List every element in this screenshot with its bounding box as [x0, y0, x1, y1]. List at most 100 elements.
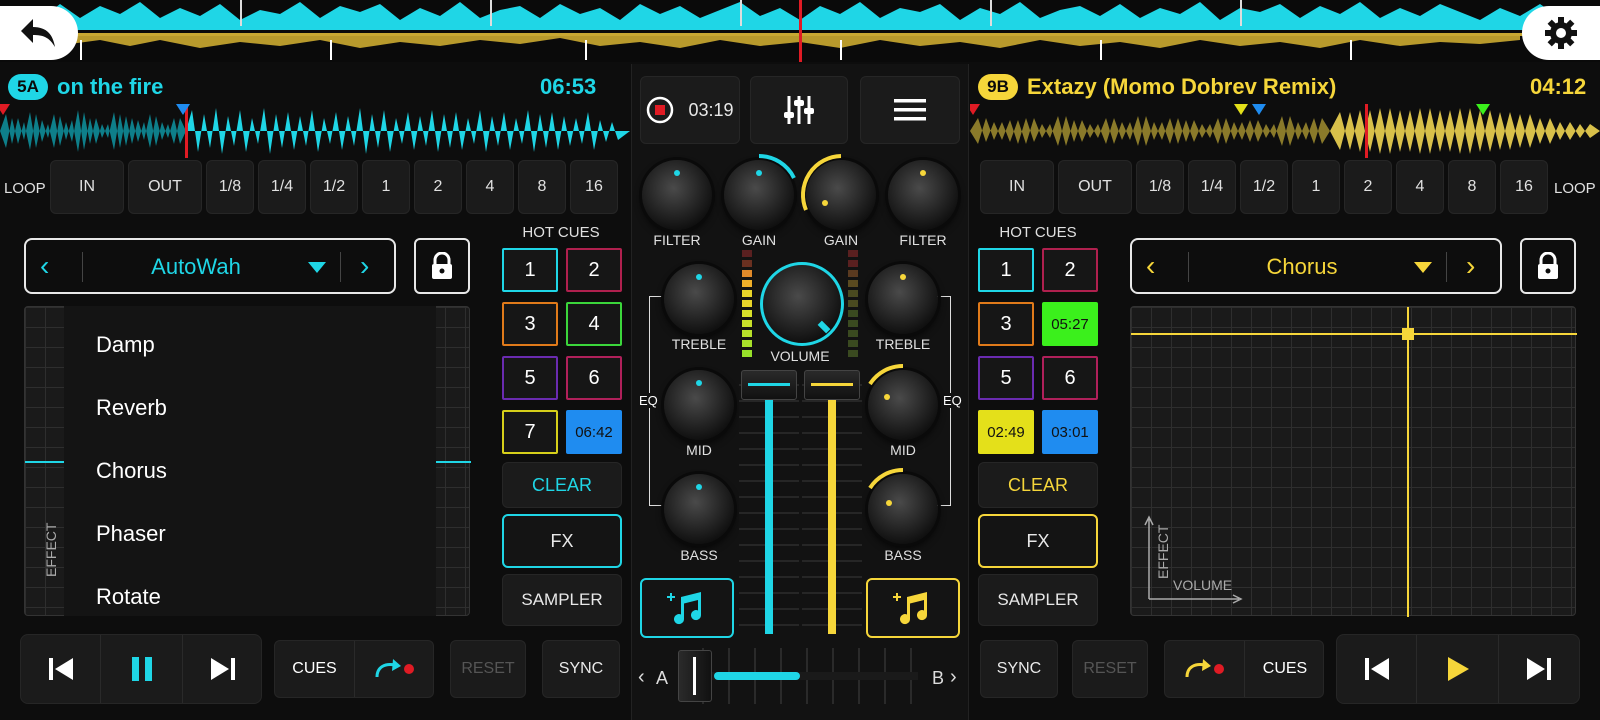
deck-b-loop-1-8-button[interactable]: 1/8: [1136, 160, 1184, 214]
deck-b-clear-button[interactable]: CLEAR: [978, 462, 1098, 508]
deck-a-fx-button[interactable]: FX: [502, 514, 622, 568]
deck-a-reset-button[interactable]: RESET: [450, 640, 526, 698]
deck-a-sync-button[interactable]: SYNC: [542, 640, 620, 698]
record-icon: [647, 96, 674, 124]
deck-a-fx-dropdown-icon[interactable]: [308, 262, 326, 273]
deck-b-loop-8-button[interactable]: 8: [1448, 160, 1496, 214]
deck-b-sync-button[interactable]: SYNC: [980, 640, 1058, 698]
deck-a-fx-list[interactable]: Damp Reverb Chorus Phaser Rotate: [64, 306, 436, 616]
master-volume-knob[interactable]: [760, 262, 844, 346]
deck-a-hot-cue-5[interactable]: 5: [502, 356, 558, 400]
deck-a-loop-1-button[interactable]: 1: [362, 160, 410, 214]
deck-a-hot-cue-7[interactable]: 7: [502, 410, 558, 454]
deck-a-load-track-button[interactable]: [640, 578, 734, 638]
deck-a-channel-fader-track[interactable]: [739, 370, 799, 634]
fx-list-item-rotate[interactable]: Rotate: [96, 584, 161, 610]
deck-b-load-track-button[interactable]: [866, 578, 960, 638]
deck-a-fx-prev-icon[interactable]: ‹: [40, 250, 49, 282]
deck-a-cues-button[interactable]: CUES: [275, 641, 355, 697]
deck-b-loop-4-button[interactable]: 4: [1396, 160, 1444, 214]
deck-b-next-button[interactable]: [1499, 635, 1579, 703]
deck-a-fx-selector[interactable]: ‹ AutoWah ›: [24, 238, 396, 294]
deck-a-filter-knob[interactable]: [642, 160, 712, 230]
deck-a-fx-selected[interactable]: AutoWah: [86, 254, 306, 280]
deck-a-loop-2-button[interactable]: 2: [414, 160, 462, 214]
deck-b-play-button[interactable]: [1417, 635, 1499, 703]
deck-a-bass-knob[interactable]: [664, 474, 734, 544]
deck-b-loop-rec-button[interactable]: [1165, 641, 1245, 697]
deck-a-treble-knob[interactable]: [664, 264, 734, 334]
deck-b-waveform[interactable]: [970, 104, 1600, 158]
deck-b-loop-1-button[interactable]: 1: [1292, 160, 1340, 214]
deck-a-hot-cue-4[interactable]: 4: [566, 302, 622, 346]
menu-button[interactable]: [860, 76, 960, 144]
crossfader-track[interactable]: [678, 648, 918, 704]
fx-list-item-phaser[interactable]: Phaser: [96, 521, 166, 547]
deck-b-fx-dropdown-icon[interactable]: [1414, 262, 1432, 273]
deck-b-fx-selector[interactable]: ‹ Chorus ›: [1130, 238, 1502, 294]
deck-b-loop-1-2-button[interactable]: 1/2: [1240, 160, 1288, 214]
deck-b-hot-cue-7[interactable]: 02:49: [978, 410, 1034, 454]
deck-b-fx-pad-handle[interactable]: [1402, 328, 1414, 340]
deck-b-hot-cue-1[interactable]: 1: [978, 248, 1034, 292]
deck-b-loop-in-button[interactable]: IN: [980, 160, 1054, 214]
deck-a-fx-next-icon[interactable]: ›: [360, 250, 369, 282]
deck-a-hot-cue-2[interactable]: 2: [566, 248, 622, 292]
deck-a-loop-1-2-button[interactable]: 1/2: [310, 160, 358, 214]
deck-a-hot-cue-1[interactable]: 1: [502, 248, 558, 292]
deck-a-hot-cue-3[interactable]: 3: [502, 302, 558, 346]
deck-a-clear-button[interactable]: CLEAR: [502, 462, 622, 508]
deck-b-cues-button[interactable]: CUES: [1245, 641, 1325, 697]
deck-b-hot-cue-8[interactable]: 03:01: [1042, 410, 1098, 454]
deck-b-fader-handle[interactable]: [804, 370, 860, 400]
mixer-settings-button[interactable]: [750, 76, 848, 144]
deck-b-loop-2-button[interactable]: 2: [1344, 160, 1392, 214]
deck-b-hot-cue-3[interactable]: 3: [978, 302, 1034, 346]
deck-b-prev-button[interactable]: [1337, 635, 1417, 703]
deck-a-pause-button[interactable]: [101, 635, 183, 703]
deck-b-filter-knob[interactable]: [888, 160, 958, 230]
deck-b-fx-button[interactable]: FX: [978, 514, 1098, 568]
record-button[interactable]: 03:19: [640, 76, 740, 144]
settings-button[interactable]: [1522, 6, 1600, 60]
deck-b-fx-pad[interactable]: EFFECT VOLUME: [1130, 306, 1577, 617]
deck-a-loop-16-button[interactable]: 16: [570, 160, 618, 214]
back-button[interactable]: [0, 6, 78, 60]
deck-b-treble-knob[interactable]: [868, 264, 938, 334]
deck-a-loop-out-button[interactable]: OUT: [128, 160, 202, 214]
deck-a-loop-in-button[interactable]: IN: [50, 160, 124, 214]
deck-b-fx-lock-button[interactable]: [1520, 238, 1576, 294]
deck-a-fader-handle[interactable]: [741, 370, 797, 400]
deck-b-reset-button[interactable]: RESET: [1072, 640, 1148, 698]
deck-a-sampler-button[interactable]: SAMPLER: [502, 574, 622, 626]
deck-a-hot-cue-8[interactable]: 06:42: [566, 410, 622, 454]
fx-list-item-chorus[interactable]: Chorus: [96, 458, 167, 484]
crossfader-handle[interactable]: [678, 650, 712, 702]
fx-list-item-damp[interactable]: Damp: [96, 332, 155, 358]
deck-b-hot-cue-5[interactable]: 5: [978, 356, 1034, 400]
deck-b-fx-prev-icon[interactable]: ‹: [1146, 250, 1155, 282]
deck-b-fx-next-icon[interactable]: ›: [1466, 250, 1475, 282]
deck-a-mid-knob[interactable]: [664, 370, 734, 440]
deck-a-prev-button[interactable]: [21, 635, 101, 703]
deck-b-channel-fader-track[interactable]: [802, 370, 862, 634]
fx-list-item-reverb[interactable]: Reverb: [96, 395, 167, 421]
deck-a-loop-1-8-button[interactable]: 1/8: [206, 160, 254, 214]
deck-b-fx-selected[interactable]: Chorus: [1192, 254, 1412, 280]
deck-a-loop-8-button[interactable]: 8: [518, 160, 566, 214]
deck-a-loop-4-button[interactable]: 4: [466, 160, 514, 214]
overview-waveform[interactable]: [0, 0, 1600, 62]
deck-b-sampler-button[interactable]: SAMPLER: [978, 574, 1098, 626]
deck-a-fx-lock-button[interactable]: [414, 238, 470, 294]
deck-b-hot-cue-4[interactable]: 05:27: [1042, 302, 1098, 346]
deck-b-loop-out-button[interactable]: OUT: [1058, 160, 1132, 214]
deck-b-loop-16-button[interactable]: 16: [1500, 160, 1548, 214]
deck-b-hot-cue-6[interactable]: 6: [1042, 356, 1098, 400]
deck-b-loop-1-4-button[interactable]: 1/4: [1188, 160, 1236, 214]
deck-a-hot-cue-6[interactable]: 6: [566, 356, 622, 400]
deck-a-loop-rec-button[interactable]: [355, 641, 435, 697]
deck-a-loop-1-4-button[interactable]: 1/4: [258, 160, 306, 214]
deck-b-hot-cue-2[interactable]: 2: [1042, 248, 1098, 292]
deck-a-next-button[interactable]: [183, 635, 263, 703]
deck-a-waveform[interactable]: [0, 104, 630, 158]
